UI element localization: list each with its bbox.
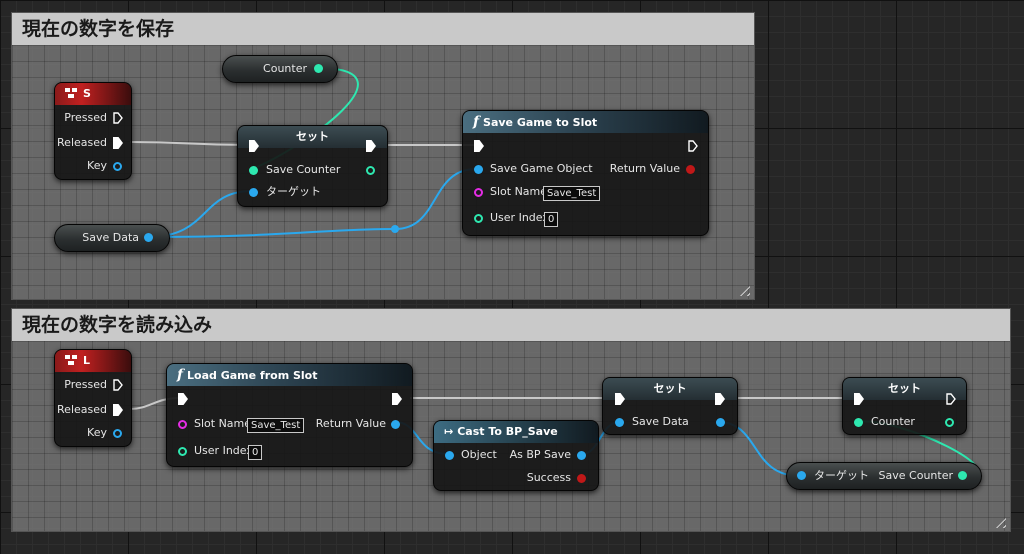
counter-output-pin-icon[interactable] <box>945 418 954 427</box>
slot-name-pin-icon[interactable] <box>178 420 187 429</box>
save-game-to-slot-title: Save Game to Slot <box>483 116 598 129</box>
keyboard-event-icon <box>65 88 77 98</box>
user-index-pin-icon[interactable] <box>178 447 187 456</box>
save-data-getter-label: Save Data <box>82 231 139 244</box>
success-label: Success <box>526 471 571 484</box>
exec-input-pin-icon[interactable] <box>474 140 484 152</box>
set-save-counter-node[interactable]: セット Save Counter ターゲット <box>237 125 388 207</box>
released-exec-pin-icon[interactable] <box>113 137 123 149</box>
key-event-s-title: S <box>83 87 91 100</box>
success-pin-icon[interactable] <box>577 474 586 483</box>
key-event-l-node[interactable]: L Pressed Released Key <box>54 349 132 447</box>
cast-to-bp-save-node[interactable]: ↦ Cast To BP_Save Object As BP Save Succe… <box>433 420 599 491</box>
reroute-knot <box>391 225 399 233</box>
pressed-exec-pin-icon[interactable] <box>113 379 123 391</box>
set-save-data-node[interactable]: セット Save Data <box>602 377 738 435</box>
keyboard-event-icon <box>65 355 77 365</box>
user-index-input[interactable]: 0 <box>248 445 263 460</box>
key-event-l-title: L <box>83 354 91 367</box>
set-counter-node[interactable]: セット Counter <box>842 377 967 435</box>
slot-name-label: Slot Name <box>194 417 252 430</box>
save-data-getter-node[interactable]: Save Data <box>54 224 170 252</box>
object-pin-label: Object <box>461 448 497 461</box>
save-counter-getter-node[interactable]: ターゲット Save Counter <box>786 462 982 490</box>
key-event-l-header[interactable]: L <box>55 350 131 372</box>
save-game-object-pin-icon[interactable] <box>474 165 483 174</box>
target-pin-label: ターゲット <box>814 469 869 482</box>
key-pin-icon[interactable] <box>113 162 122 171</box>
save-game-to-slot-node[interactable]: f Save Game to Slot Save Game Object Retu… <box>462 110 709 236</box>
object-input-pin-icon[interactable] <box>445 451 454 460</box>
key-label: Key <box>87 159 107 172</box>
counter-output-pin-icon[interactable] <box>314 64 323 73</box>
return-value-pin-icon[interactable] <box>686 165 695 174</box>
function-icon: f <box>177 367 184 383</box>
object-wire <box>147 228 396 238</box>
save-game-object-label: Save Game Object <box>490 162 593 175</box>
save-data-pin-label: Save Data <box>632 415 689 428</box>
slot-name-label: Slot Name <box>490 185 548 198</box>
released-exec-pin-icon[interactable] <box>113 404 123 416</box>
save-counter-pin-label: Save Counter <box>266 163 341 176</box>
exec-output-pin-icon[interactable] <box>392 393 402 405</box>
save-counter-output-pin-icon[interactable] <box>366 166 375 175</box>
counter-getter-label: Counter <box>263 62 307 75</box>
target-input-pin-icon[interactable] <box>797 471 806 480</box>
save-data-output-pin-icon[interactable] <box>144 233 153 242</box>
cast-icon: ↦ <box>444 425 454 438</box>
key-event-s-node[interactable]: S Pressed Released Key <box>54 82 132 180</box>
user-index-pin-icon[interactable] <box>474 214 483 223</box>
load-game-from-slot-node[interactable]: f Load Game from Slot Slot Name Save_Test… <box>166 363 413 467</box>
pressed-label: Pressed <box>64 111 107 124</box>
target-input-pin-icon[interactable] <box>249 188 258 197</box>
key-pin-icon[interactable] <box>113 429 122 438</box>
target-pin-label: ターゲット <box>266 185 321 198</box>
slot-name-input[interactable]: Save_Test <box>247 418 305 433</box>
key-label: Key <box>87 426 107 439</box>
return-value-pin-icon[interactable] <box>391 420 400 429</box>
load-game-from-slot-header[interactable]: f Load Game from Slot <box>167 364 412 386</box>
exec-input-pin-icon[interactable] <box>178 393 188 405</box>
cast-to-bp-save-header[interactable]: ↦ Cast To BP_Save <box>434 421 598 443</box>
released-label: Released <box>57 403 107 416</box>
as-bp-save-label: As BP Save <box>509 448 571 461</box>
released-label: Released <box>57 136 107 149</box>
exec-output-pin-icon[interactable] <box>688 140 698 152</box>
cast-title: Cast To BP_Save <box>457 425 558 438</box>
pressed-label: Pressed <box>64 378 107 391</box>
save-game-to-slot-header[interactable]: f Save Game to Slot <box>463 111 708 133</box>
save-counter-input-pin-icon[interactable] <box>249 166 258 175</box>
save-counter-output-label: Save Counter <box>878 469 953 482</box>
exec-wire <box>129 141 253 146</box>
counter-getter-node[interactable]: Counter <box>222 55 338 83</box>
load-game-from-slot-title: Load Game from Slot <box>187 369 318 382</box>
as-bp-save-output-pin-icon[interactable] <box>577 451 586 460</box>
save-counter-output-pin-icon[interactable] <box>958 471 967 480</box>
return-value-label: Return Value <box>315 417 386 430</box>
return-value-label: Return Value <box>609 162 680 175</box>
user-index-label: User Index <box>490 211 549 224</box>
save-data-output-pin-icon[interactable] <box>716 418 725 427</box>
user-index-input[interactable]: 0 <box>544 212 559 227</box>
exec-output-pin-icon[interactable] <box>946 393 956 405</box>
pressed-exec-pin-icon[interactable] <box>113 112 123 124</box>
function-icon: f <box>473 114 480 130</box>
save-data-input-pin-icon[interactable] <box>615 418 624 427</box>
slot-name-pin-icon[interactable] <box>474 188 483 197</box>
user-index-label: User Index <box>194 444 253 457</box>
slot-name-input[interactable]: Save_Test <box>543 186 601 201</box>
key-event-s-header[interactable]: S <box>55 83 131 105</box>
counter-pin-label: Counter <box>871 415 915 428</box>
set-save-counter-header[interactable]: セット <box>238 126 387 148</box>
counter-input-pin-icon[interactable] <box>854 418 863 427</box>
